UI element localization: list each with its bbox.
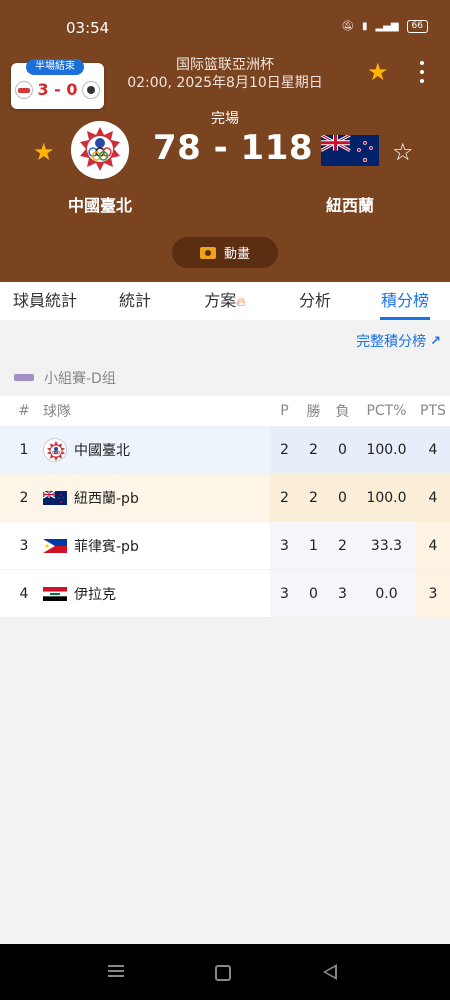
- match-status: 完場: [211, 111, 239, 127]
- wins-cell: 2: [299, 474, 328, 521]
- volte-icon: ▮: [361, 21, 368, 32]
- pct-cell: 33.3: [357, 522, 416, 569]
- tab-player-stats[interactable]: 球員統計: [0, 282, 90, 320]
- pct-cell: 100.0: [357, 426, 416, 473]
- match-header: 03:54 🔕︎ ▮ ▂▄▆ 66 半場結束 3 - 0 国际篮联亞洲杯 02:…: [0, 0, 450, 282]
- team-cell: 菲律賓-pb: [43, 522, 268, 569]
- standings-table: # 球隊 P 勝 負 PCT% PTS 1 中國臺北 2 2 0 100.0 4…: [0, 396, 450, 618]
- col-rank: #: [18, 403, 30, 419]
- recent-apps-icon[interactable]: [108, 962, 128, 982]
- tab-label: 統計: [118, 291, 151, 310]
- col-pct: PCT%: [366, 403, 407, 419]
- home-icon[interactable]: [215, 965, 231, 981]
- wins-cell: 2: [299, 426, 328, 473]
- team-name: 伊拉克: [74, 586, 116, 603]
- col-team: 球隊: [43, 404, 71, 420]
- system-nav-bar: [0, 944, 450, 1000]
- arrow-up-right-icon: ↗: [430, 333, 441, 349]
- status-time: 03:54: [66, 19, 110, 37]
- losses-cell: 2: [328, 522, 357, 569]
- points-cell: 3: [416, 570, 450, 617]
- pct-cell: 100.0: [357, 474, 416, 521]
- table-row[interactable]: 3 菲律賓-pb 3 1 2 33.3 4: [0, 522, 450, 570]
- played-cell: 3: [270, 522, 299, 569]
- points-cell: 4: [416, 426, 450, 473]
- wins-cell: 0: [299, 570, 328, 617]
- rank-cell: 2: [19, 489, 29, 506]
- away-team-flag[interactable]: [320, 133, 379, 166]
- home-team-logo[interactable]: [71, 121, 129, 179]
- tab-stats[interactable]: 統計: [90, 282, 180, 320]
- tab-plans[interactable]: 方案🔥︎: [180, 282, 270, 320]
- more-menu-icon[interactable]: [416, 58, 428, 86]
- home-team-name[interactable]: 中國臺北: [40, 192, 160, 216]
- played-cell: 2: [270, 474, 299, 521]
- col-wins: 勝: [306, 404, 321, 420]
- played-cell: 2: [270, 426, 299, 473]
- pct-cell: 0.0: [357, 570, 416, 617]
- tab-label: 球員統計: [12, 291, 77, 310]
- losses-cell: 0: [328, 426, 357, 473]
- rank-cell: 3: [19, 537, 29, 554]
- tab-label: 方案: [204, 291, 237, 310]
- wins-cell: 1: [299, 522, 328, 569]
- table-header: # 球隊 P 勝 負 PCT% PTS: [0, 396, 450, 426]
- competition-icon: [14, 372, 34, 384]
- points-cell: 4: [416, 474, 450, 521]
- tab-analysis[interactable]: 分析: [270, 282, 360, 320]
- team-cell: 紐西蘭-pb: [42, 474, 268, 521]
- flame-icon: 🔥︎: [236, 295, 246, 310]
- philippines-flag-icon: [43, 538, 67, 553]
- table-row[interactable]: 1 中國臺北 2 2 0 100.0 4: [0, 426, 450, 474]
- iraq-flag-icon: [43, 586, 67, 601]
- col-played: P: [280, 403, 289, 419]
- pitch-icon: [199, 246, 216, 259]
- status-bar: 03:54 🔕︎ ▮ ▂▄▆ 66: [0, 0, 450, 50]
- team-cell: 中國臺北: [43, 426, 268, 473]
- team-cell: 伊拉克: [43, 570, 268, 617]
- battery-icon: 66: [406, 20, 428, 33]
- rank-cell: 1: [19, 441, 29, 458]
- losses-cell: 0: [328, 474, 357, 521]
- group-header: 小組賽-D组: [14, 369, 116, 387]
- new-zealand-flag-icon: [42, 489, 67, 505]
- final-score: 78 - 118: [152, 128, 314, 168]
- chinese-taipei-logo-icon: [43, 437, 67, 462]
- favorite-home-star-icon[interactable]: ★: [33, 140, 55, 164]
- tab-label: 分析: [298, 291, 331, 310]
- played-cell: 3: [270, 570, 299, 617]
- mute-icon: 🔕︎: [341, 21, 354, 32]
- tab-standings[interactable]: 積分榜: [360, 282, 450, 320]
- tab-label: 積分榜: [380, 291, 429, 310]
- back-icon[interactable]: [323, 964, 337, 980]
- team-name: 中國臺北: [74, 442, 130, 459]
- table-row[interactable]: 4 伊拉克 3 0 3 0.0 3: [0, 570, 450, 618]
- status-icons: 🔕︎ ▮ ▂▄▆ 66: [341, 20, 428, 33]
- group-label: 小組賽-D组: [44, 371, 116, 387]
- full-standings-label: 完整積分榜: [356, 334, 427, 350]
- full-standings-link[interactable]: 完整積分榜 ↗: [356, 331, 441, 351]
- team-name: 菲律賓-pb: [74, 538, 139, 555]
- animation-label: 動畫: [223, 247, 250, 262]
- signal-icon: ▂▄▆: [375, 21, 399, 32]
- animation-button[interactable]: 動畫: [172, 237, 278, 268]
- team-name: 紐西蘭-pb: [74, 490, 139, 507]
- points-cell: 4: [416, 522, 450, 569]
- match-tabs: 球員統計 統計 方案🔥︎ 分析 積分榜: [0, 282, 450, 320]
- col-points: PTS: [420, 403, 446, 419]
- favorite-away-star-icon[interactable]: ☆: [392, 140, 414, 164]
- losses-cell: 3: [328, 570, 357, 617]
- favorite-match-star-icon[interactable]: ★: [367, 60, 391, 84]
- table-row[interactable]: 2 紐西蘭-pb 2 2 0 100.0 4: [0, 474, 450, 522]
- col-losses: 負: [335, 404, 350, 420]
- rank-cell: 4: [19, 585, 29, 602]
- away-team-name[interactable]: 紐西蘭: [290, 192, 410, 216]
